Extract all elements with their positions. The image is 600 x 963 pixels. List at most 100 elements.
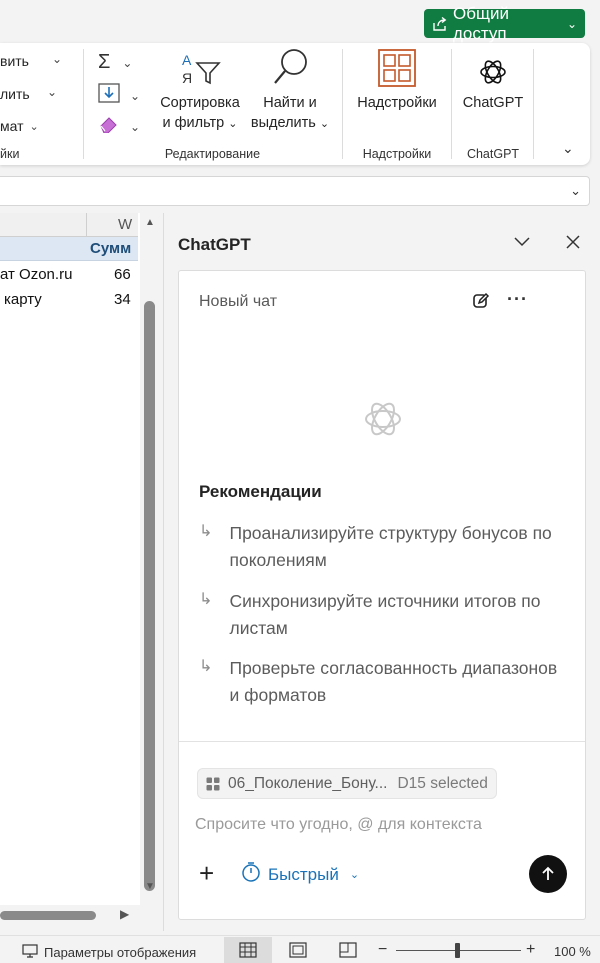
scroll-down-icon[interactable]: ▼: [145, 881, 155, 892]
share-label: Общий доступ: [453, 3, 509, 43]
sort-filter-icon: АЯ: [176, 47, 224, 87]
ribbon-insert-cells[interactable]: вить: [0, 53, 29, 69]
scroll-thumb[interactable]: [144, 301, 155, 891]
share-button[interactable]: Общий доступ ⌄: [424, 4, 585, 43]
close-icon[interactable]: [564, 233, 582, 251]
addins-label: Надстройки: [357, 95, 437, 111]
ribbon-delete-label: лить: [0, 86, 30, 102]
mode-selector[interactable]: Быстрый ⌄: [241, 861, 359, 888]
zoom-out-button[interactable]: −: [378, 941, 387, 959]
eraser-icon: [98, 115, 120, 138]
more-icon[interactable]: ···: [507, 290, 528, 308]
formula-bar[interactable]: ⌄: [0, 176, 590, 206]
column-divider: [86, 213, 87, 237]
scroll-thumb[interactable]: [0, 911, 96, 920]
worksheet-grid[interactable]: [0, 213, 140, 905]
context-file-name: 06_Поколение_Бону...: [228, 774, 388, 792]
ribbon: вить ⌄ лить ⌄ мат ⌄ йки Σ ⌄ ⌄ ⌄ АЯ Сорти…: [0, 43, 590, 165]
normal-view-button[interactable]: [224, 937, 272, 963]
display-params-button[interactable]: Параметры отображения: [22, 944, 196, 961]
horizontal-scrollbar[interactable]: ▶: [0, 905, 140, 925]
reply-arrow-icon: ↳: [199, 523, 213, 540]
page-layout-view-button[interactable]: [274, 937, 322, 963]
find-select-label-2-wrap: выделить ⌄: [251, 113, 329, 134]
status-bar: Параметры отображения − + 100 %: [0, 935, 600, 963]
grid-view-icon: [239, 942, 257, 958]
page-break-view-button[interactable]: [324, 937, 372, 963]
ribbon-insert-label: вить: [0, 53, 29, 69]
chatgpt-ribbon-button[interactable]: ChatGPT: [458, 47, 528, 113]
addins-grid-icon: [378, 47, 416, 87]
recommendation-item[interactable]: ↳ Синхронизируйте источники итогов по ли…: [199, 588, 569, 642]
ribbon-format-cells[interactable]: мат ⌄: [0, 118, 39, 134]
addins-button[interactable]: Надстройки: [352, 47, 442, 113]
chatgpt-group-label: ChatGPT: [466, 147, 520, 161]
display-settings-icon: [22, 944, 38, 961]
recommendation-item[interactable]: ↳ Проанализируйте структуру бонусов по п…: [199, 520, 569, 574]
ribbon-delete-cells[interactable]: лить: [0, 86, 30, 102]
prompt-input[interactable]: [195, 813, 565, 837]
table-cell[interactable]: 34: [114, 291, 131, 308]
sort-filter-label-1: Сортировка: [160, 95, 240, 111]
context-chip[interactable]: 06_Поколение_Бону... D15 selected: [197, 768, 497, 799]
chevron-down-icon: ⌄: [122, 55, 133, 70]
recommendations-title: Рекомендации: [199, 482, 322, 501]
share-icon: [432, 16, 448, 32]
workbook-grid-icon: [206, 777, 220, 791]
chevron-down-icon[interactable]: ⌄: [52, 52, 62, 66]
page-layout-icon: [289, 942, 307, 958]
chatgpt-ribbon-label: ChatGPT: [462, 95, 524, 111]
find-select-label-2: выделить: [250, 115, 316, 131]
table-header-row[interactable]: Сумм: [0, 237, 138, 261]
arrow-up-icon: [542, 866, 554, 880]
fill-down-icon: [98, 83, 120, 108]
chatgpt-logo-icon: [361, 397, 405, 441]
chevron-down-icon: ⌄: [29, 120, 39, 133]
cells-group-label: йки: [0, 147, 20, 161]
vertical-scrollbar[interactable]: ▲ ▼: [140, 213, 160, 905]
chevron-down-icon[interactable]: ⌄: [570, 183, 581, 199]
table-cell[interactable]: 66: [114, 266, 131, 283]
scroll-right-icon[interactable]: ▶: [120, 907, 129, 921]
fill-button[interactable]: ⌄: [98, 83, 140, 108]
sort-filter-button[interactable]: АЯ Сортировка и фильтр ⌄: [156, 47, 244, 134]
chevron-down-icon[interactable]: ⌄: [47, 85, 57, 99]
page-break-icon: [339, 942, 357, 958]
timer-icon: [241, 861, 261, 888]
column-header-w[interactable]: W: [118, 216, 132, 233]
chevron-down-icon: ⌄: [349, 869, 360, 881]
chevron-down-icon[interactable]: [512, 231, 532, 251]
sum-icon: Σ: [98, 51, 111, 73]
autosum-button[interactable]: Σ ⌄: [98, 51, 132, 74]
reply-arrow-icon: ↳: [199, 658, 213, 675]
zoom-in-button[interactable]: +: [526, 941, 535, 959]
table-header-sum[interactable]: Сумм: [90, 240, 131, 257]
clear-button[interactable]: ⌄: [98, 115, 140, 138]
chatgpt-pane: ChatGPT Новый чат ··· Рекомендации ↳ Про…: [163, 213, 600, 931]
ribbon-format-label: мат: [0, 118, 24, 134]
sort-filter-label-2-wrap: и фильтр ⌄: [163, 113, 238, 134]
chevron-down-icon: ⌄: [566, 16, 577, 31]
mode-label: Быстрый: [268, 864, 339, 884]
recommendation-text: Синхронизируйте источники итогов по лист…: [229, 591, 541, 638]
table-cell[interactable]: карту: [4, 291, 42, 308]
ribbon-separator: [342, 49, 343, 159]
chevron-down-icon: ⌄: [228, 118, 238, 130]
zoom-slider-thumb[interactable]: [455, 943, 460, 958]
add-attachment-button[interactable]: +: [199, 860, 214, 886]
chevron-down-icon: ⌄: [319, 118, 330, 130]
recommendation-text: Проанализируйте структуру бонусов по пок…: [229, 523, 552, 570]
table-cell[interactable]: ат Ozon.ru: [0, 266, 72, 283]
recommendation-item[interactable]: ↳ Проверьте согласованность диапазонов и…: [199, 655, 569, 709]
pane-title: ChatGPT: [178, 235, 251, 254]
chevron-down-icon: ⌄: [130, 119, 141, 134]
recommendation-text: Проверьте согласованность диапазонов и ф…: [229, 658, 558, 705]
ribbon-expand-chevron-icon[interactable]: ⌄: [562, 140, 574, 157]
context-selection: D15 selected: [397, 774, 488, 792]
compose-icon[interactable]: [472, 292, 490, 310]
send-button[interactable]: [529, 855, 567, 893]
svg-text:Я: Я: [182, 70, 192, 86]
zoom-level[interactable]: 100 %: [554, 944, 591, 959]
scroll-up-icon[interactable]: ▲: [145, 217, 155, 228]
find-select-button[interactable]: Найти и выделить ⌄: [248, 47, 332, 134]
